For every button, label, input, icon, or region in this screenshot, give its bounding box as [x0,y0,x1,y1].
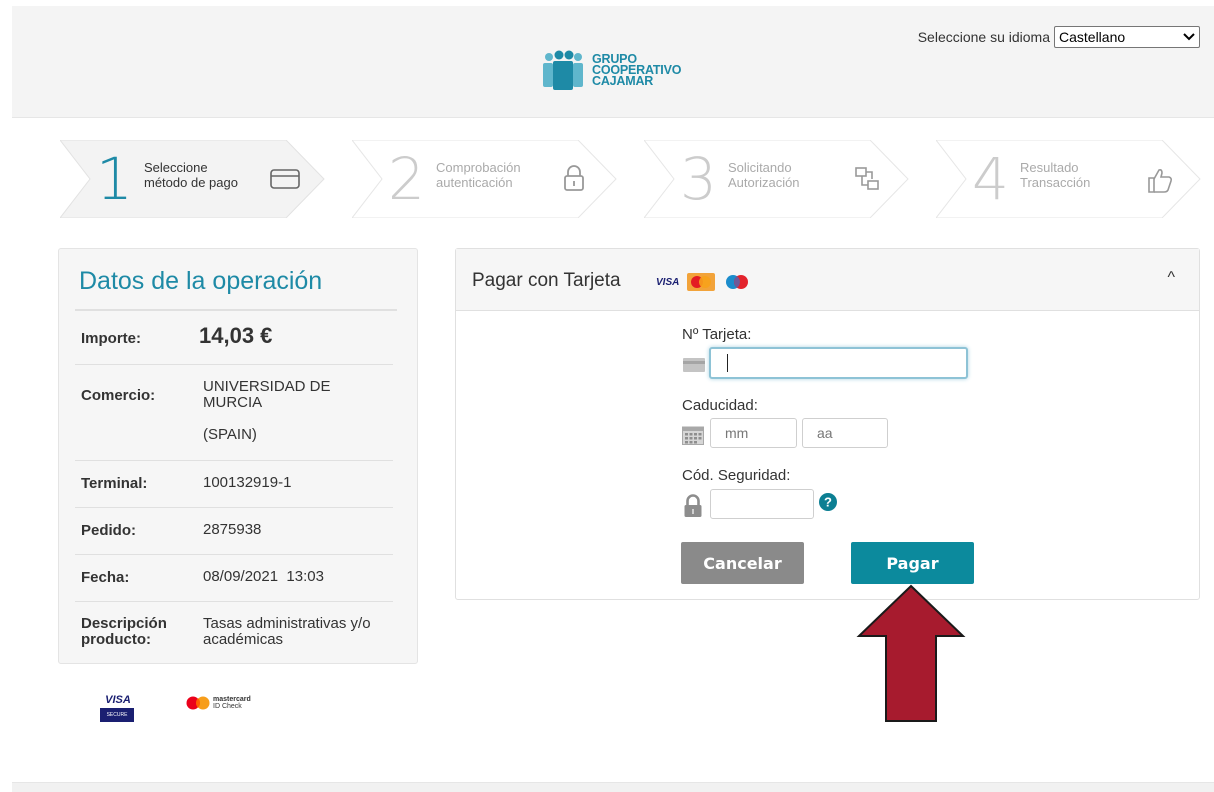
description-line: Tasas administrativas y/o [203,615,371,632]
security-code-input[interactable] [710,489,814,519]
card-number-input[interactable] [709,347,968,379]
description-line: académicas [203,631,284,648]
thumbs-up-icon [1148,169,1173,193]
language-selected-value: Castellano [1059,29,1126,45]
language-selector: Seleccione su idioma Castellano [918,26,1200,48]
order-row: Pedido: 2875938 [75,508,393,555]
step-number: 1 [96,145,133,213]
chevron-down-icon [1183,33,1195,41]
security-code-label: Cód. Seguridad: [682,467,791,484]
card-icon [683,358,705,372]
lock-icon [684,494,702,517]
year-placeholder: aa [817,425,833,441]
cajamar-logo: GRUPO COOPERATIVO CAJAMAR [540,50,681,90]
logo-line-3: CAJAMAR [592,73,654,88]
order-value: 2875938 [203,521,262,538]
step-3: 3 Solicitando Autorización [644,140,909,218]
step-label-line2: Transacción [1020,175,1091,190]
id-check-text: ID Check [213,703,242,710]
people-icon [543,50,583,90]
amount-value: 14,03 € [199,323,273,348]
expiry-month-input[interactable]: mm [710,418,797,448]
step-label-line1: Solicitando [728,160,792,175]
description-row: Descripción producto: Tasas administrati… [75,602,393,658]
footer-divider [12,782,1214,792]
step-number: 4 [972,145,1009,213]
authorization-icon [855,167,879,190]
description-label-line: Descripción [81,615,167,632]
step-4: 4 Resultado Transacción [936,140,1201,218]
merchant-value: UNIVERSIDAD DE MURCIA (SPAIN) [203,379,331,443]
credit-card-icon [270,169,300,189]
mastercard-logo-icon [687,273,716,291]
language-dropdown[interactable]: Castellano [1054,26,1200,48]
progress-steps: 1 Seleccione método de pago 2 Comprobaci… [60,140,1210,218]
order-label: Pedido: [81,522,136,539]
amount-row: Importe: 14,03 € [75,313,393,365]
mastercard-id-check-badge: mastercard ID Check [186,696,251,710]
cancel-button[interactable]: Cancelar [681,542,804,584]
step-label: Seleccione método de pago [144,160,238,190]
step-label: Resultado Transacción [1020,160,1090,190]
svg-text:?: ? [824,495,832,510]
step-label-line2: método de pago [144,175,238,190]
merchant-line: MURCIA [203,394,263,411]
page-header: GRUPO COOPERATIVO CAJAMAR Seleccione su … [12,6,1214,118]
mastercard-icon [186,696,210,710]
merchant-line: UNIVERSIDAD DE [203,378,331,395]
terminal-row: Terminal: 100132919-1 [75,461,393,508]
visa-badge-subtext: SECURE [100,708,134,722]
card-panel-title: Pagar con Tarjeta [472,270,621,291]
step-label: Comprobación autenticación [436,160,521,190]
step-label-line2: Autorización [728,175,800,190]
card-brand-logos: VISA [656,273,751,291]
visa-secure-badge: VISA SECURE [100,694,136,726]
text-cursor [727,354,728,372]
description-value: Tasas administrativas y/o académicas [203,616,371,648]
amount-label: Importe: [81,330,141,347]
visa-logo: VISA [656,276,680,288]
date-row: Fecha: 08/09/2021 13:03 [75,555,393,602]
step-label: Solicitando Autorización [728,160,800,190]
month-placeholder: mm [725,425,749,441]
operation-title: Datos de la operación [79,267,323,295]
pay-button[interactable]: Pagar [851,542,974,584]
step-number: 3 [680,145,717,213]
description-label-line: producto: [81,631,151,648]
card-number-label: Nº Tarjeta: [682,326,752,343]
merchant-row: Comercio: UNIVERSIDAD DE MURCIA (SPAIN) [75,365,393,461]
lock-icon [564,165,584,191]
collapse-chevron-icon[interactable]: ^ [1167,269,1175,287]
divider [75,309,397,311]
description-label: Descripción producto: [81,616,167,648]
step-label-line2: autenticación [436,175,513,190]
step-2: 2 Comprobación autenticación [352,140,617,218]
step-number: 2 [388,145,425,213]
red-arrow-annotation [856,584,966,722]
merchant-line: (SPAIN) [203,426,257,443]
expiry-label: Caducidad: [682,397,758,414]
date-label: Fecha: [81,569,130,586]
help-icon[interactable]: ? [819,493,837,511]
card-panel-header[interactable]: Pagar con Tarjeta VISA ^ [456,249,1199,311]
step-label-line1: Comprobación [436,160,521,175]
maestro-logo-icon [726,275,749,289]
date-value: 08/09/2021 13:03 [203,568,324,585]
visa-badge-text: VISA [105,694,131,706]
operation-data-panel: Datos de la operación Importe: 14,03 € C… [58,248,418,664]
merchant-label: Comercio: [81,387,156,404]
expiry-year-input[interactable]: aa [802,418,888,448]
terminal-label: Terminal: [81,475,148,492]
terminal-value: 100132919-1 [203,474,292,491]
step-label-line1: Resultado [1020,160,1079,175]
calendar-icon [682,426,704,445]
step-label-line1: Seleccione [144,160,208,175]
step-1: 1 Seleccione método de pago [60,140,325,218]
mastercard-text: mastercard [213,696,251,703]
language-label: Seleccione su idioma [917,29,1050,45]
